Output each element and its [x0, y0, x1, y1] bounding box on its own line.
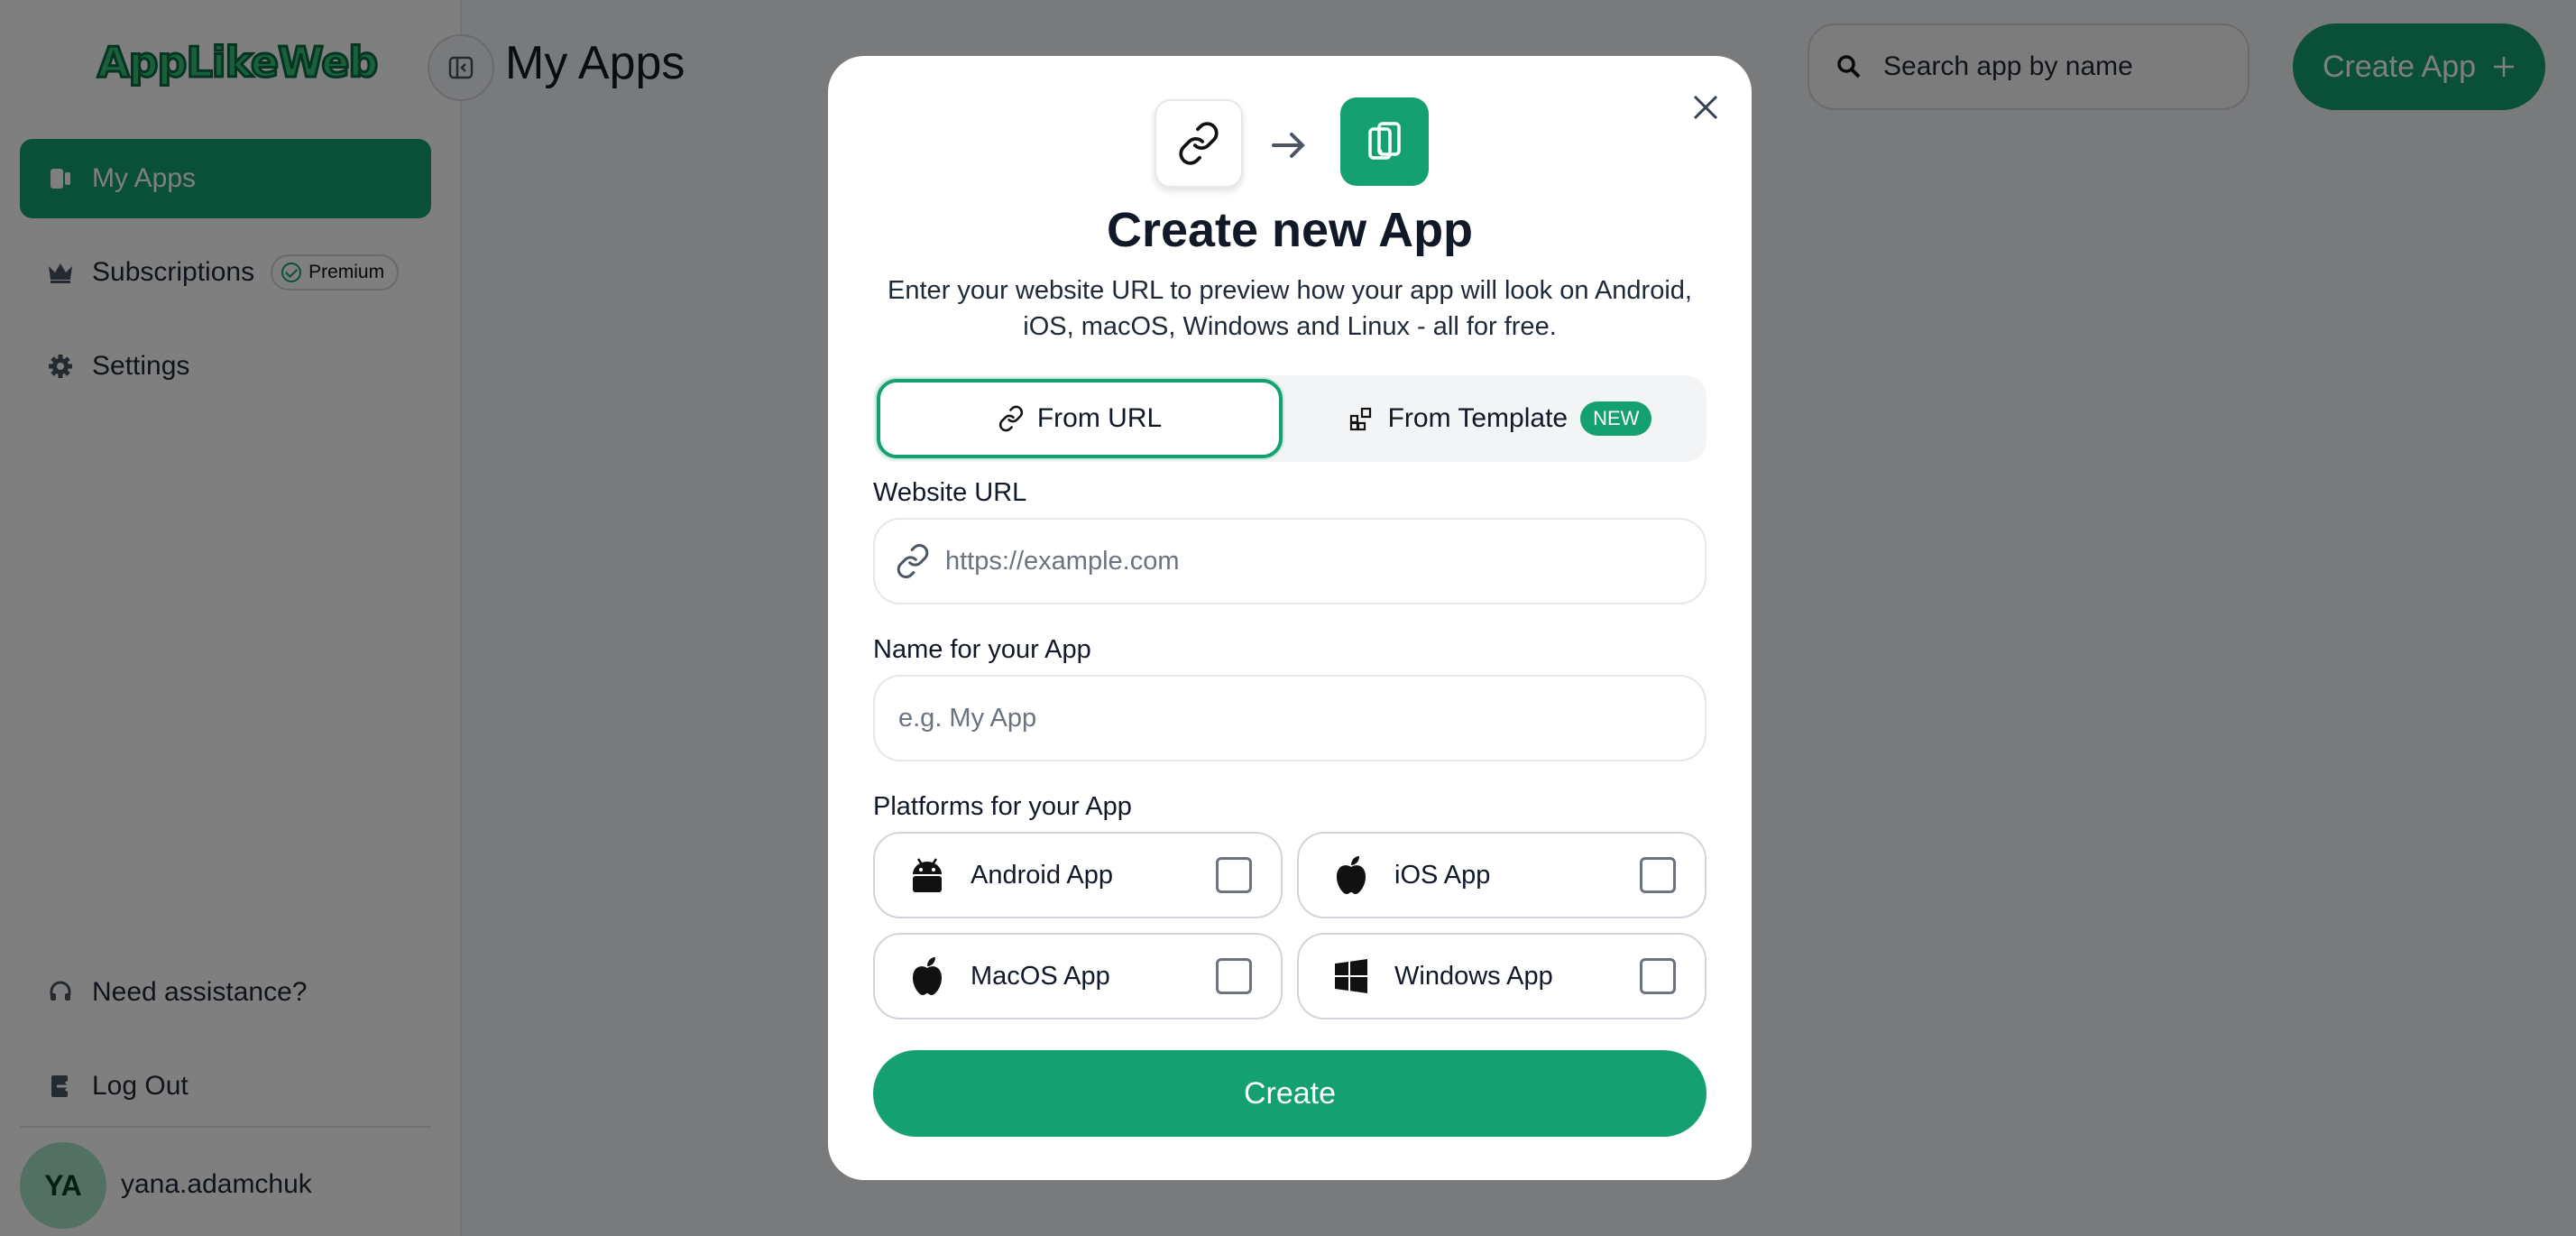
- new-badge: NEW: [1580, 401, 1652, 436]
- tab-label: From URL: [1036, 403, 1163, 433]
- windows-icon: [1331, 956, 1371, 996]
- template-icon: [1349, 407, 1371, 431]
- source-tabs: From URL From Template NEW: [873, 375, 1707, 462]
- apple-icon: [1331, 855, 1371, 895]
- platform-label: MacOS App: [971, 961, 1110, 991]
- hero-device-tile: [1340, 97, 1429, 186]
- website-url-field[interactable]: [873, 518, 1707, 604]
- tab-label: From Template: [1387, 403, 1569, 433]
- create-button[interactable]: Create: [873, 1050, 1707, 1137]
- platform-android[interactable]: Android App: [873, 832, 1283, 918]
- apple-icon: [907, 956, 947, 996]
- website-url-label: Website URL: [873, 478, 1027, 507]
- create-app-modal: Create new App Enter your website URL to…: [828, 56, 1752, 1180]
- link-icon: [998, 405, 1023, 432]
- macos-checkbox[interactable]: [1216, 958, 1252, 994]
- modal-title: Create new App: [1106, 203, 1474, 257]
- platform-macos[interactable]: MacOS App: [873, 933, 1283, 1019]
- platform-ios[interactable]: iOS App: [1297, 832, 1707, 918]
- modal-description: Enter your website URL to preview how yo…: [888, 276, 1692, 341]
- platform-label: Windows App: [1394, 961, 1553, 991]
- link-icon: [1179, 122, 1219, 165]
- website-url-input[interactable]: [943, 545, 1669, 577]
- windows-checkbox[interactable]: [1640, 958, 1676, 994]
- android-checkbox[interactable]: [1216, 857, 1252, 893]
- mobile-device-icon: [1368, 122, 1401, 160]
- ios-checkbox[interactable]: [1640, 857, 1676, 893]
- tab-from-template[interactable]: From Template NEW: [1297, 379, 1703, 458]
- android-icon: [907, 855, 947, 895]
- close-icon: [1693, 95, 1718, 120]
- platforms-label: Platforms for your App: [873, 792, 1132, 821]
- app-name-input[interactable]: [897, 702, 1622, 734]
- app-name-label: Name for your App: [873, 635, 1091, 664]
- arrow-right-icon: [1272, 133, 1305, 158]
- platform-label: Android App: [971, 860, 1114, 890]
- tab-from-url[interactable]: From URL: [877, 379, 1283, 458]
- close-button[interactable]: [1683, 85, 1728, 130]
- app-name-field[interactable]: [873, 675, 1707, 761]
- hero-link-tile: [1155, 99, 1243, 188]
- platform-label: iOS App: [1394, 860, 1491, 890]
- platform-windows[interactable]: Windows App: [1297, 933, 1707, 1019]
- link-icon: [897, 544, 929, 578]
